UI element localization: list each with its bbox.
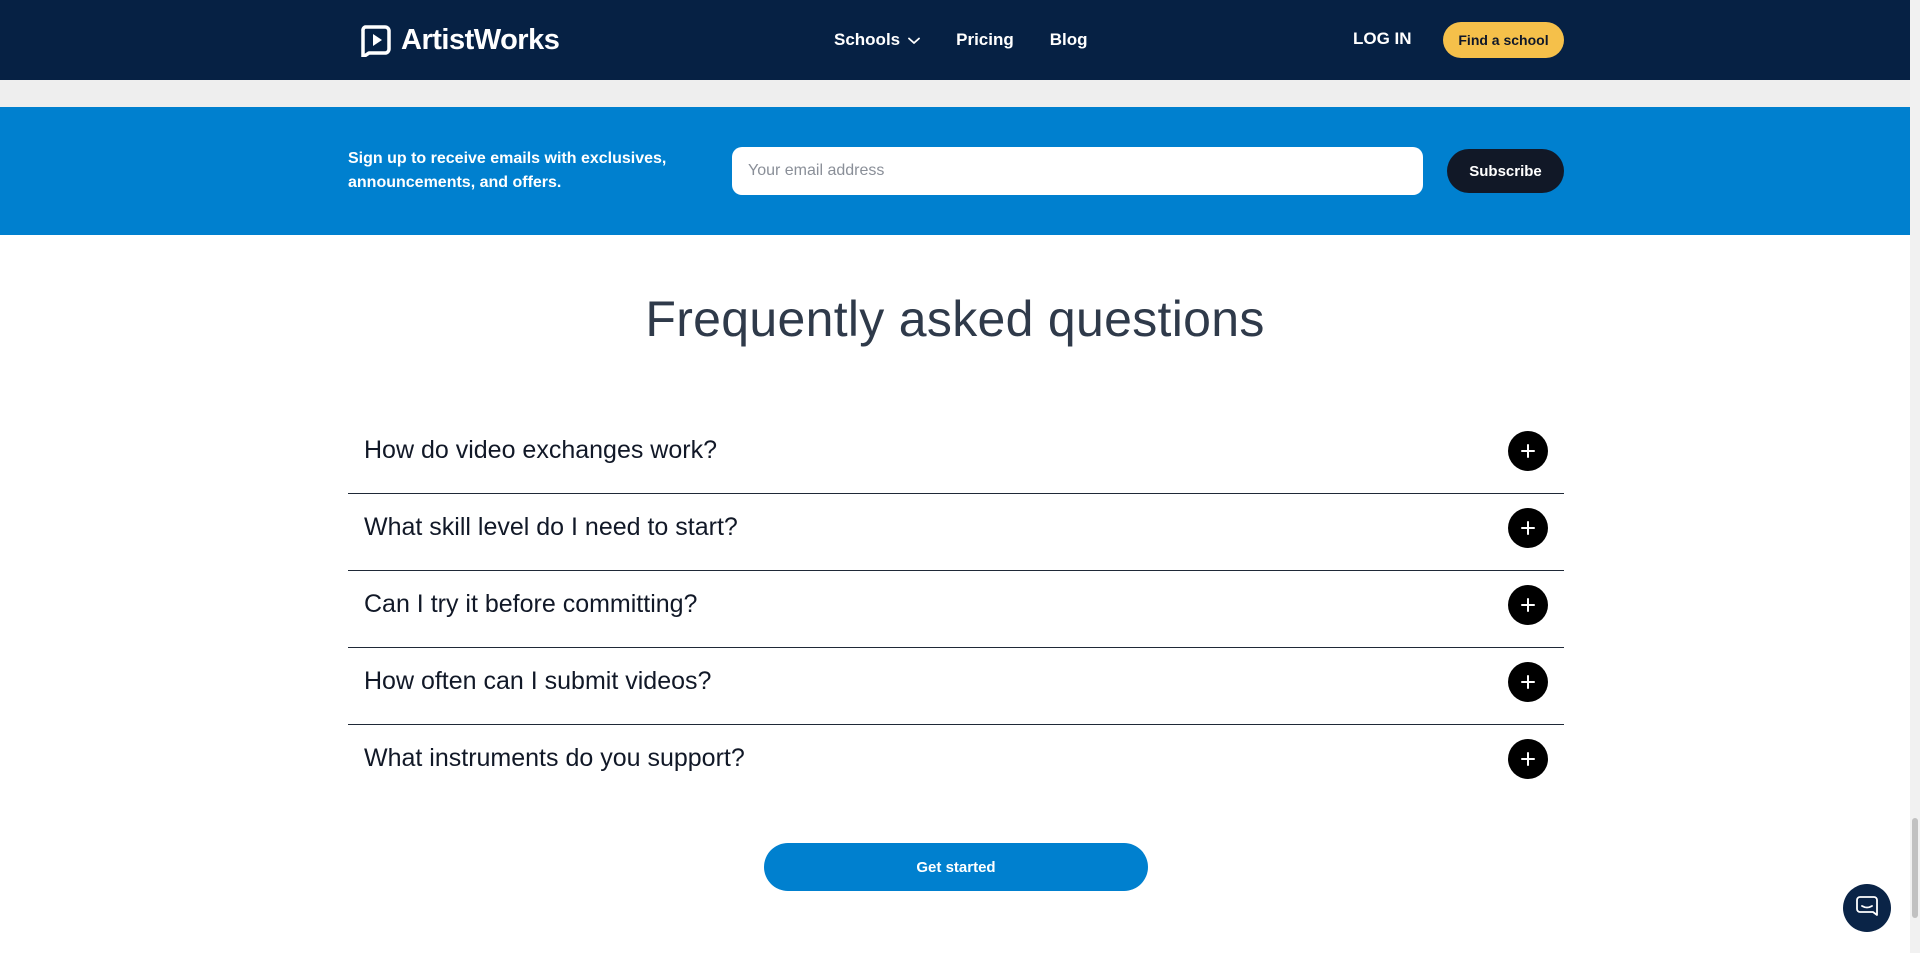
nav-item-blog[interactable]: Blog — [1050, 30, 1088, 50]
faq-question: How often can I submit videos? — [364, 667, 712, 695]
newsletter-text: Sign up to receive emails with exclusive… — [348, 150, 667, 191]
faq-item[interactable]: What instruments do you support? — [348, 725, 1564, 802]
faq-item[interactable]: What skill level do I need to start? — [348, 494, 1564, 571]
faq-item[interactable]: Can I try it before committing? — [348, 571, 1564, 648]
chevron-down-icon — [908, 30, 921, 50]
chat-bubble-icon — [1855, 894, 1879, 923]
site-header: ArtistWorks Schools Pricing Blog LOG IN … — [0, 0, 1910, 80]
email-input[interactable] — [732, 147, 1423, 195]
plus-icon[interactable] — [1508, 585, 1548, 625]
nav-item-schools[interactable]: Schools — [834, 30, 921, 50]
section-divider — [0, 80, 1910, 107]
plus-icon[interactable] — [1508, 739, 1548, 779]
nav-item-pricing[interactable]: Pricing — [956, 30, 1014, 50]
faq-title: Frequently asked questions — [645, 291, 1265, 347]
faq-question: How do video exchanges work? — [364, 436, 717, 464]
faq-item[interactable]: How do video exchanges work? — [348, 417, 1564, 494]
get-started-button[interactable]: Get started — [764, 843, 1148, 891]
find-school-button[interactable]: Find a school — [1443, 22, 1564, 58]
nav-item-label: Schools — [834, 30, 901, 49]
faq-question: What skill level do I need to start? — [364, 513, 738, 541]
logo-text: ArtistWorks — [401, 23, 560, 56]
subscribe-button[interactable]: Subscribe — [1447, 149, 1564, 193]
faq-question: What instruments do you support? — [364, 744, 745, 772]
plus-icon[interactable] — [1508, 508, 1548, 548]
play-logo-icon — [359, 23, 393, 57]
newsletter-signup: Sign up to receive emails with exclusive… — [0, 107, 1910, 235]
chat-launcher-button[interactable] — [1843, 884, 1891, 932]
page-scrollbar[interactable] — [1910, 0, 1920, 953]
login-link[interactable]: LOG IN — [1353, 29, 1412, 49]
faq-question: Can I try it before committing? — [364, 590, 698, 618]
main-nav: Schools Pricing Blog — [834, 26, 1088, 54]
logo-link[interactable]: ArtistWorks — [359, 20, 560, 60]
faq-list: How do video exchanges work? What skill … — [348, 417, 1564, 802]
plus-icon[interactable] — [1508, 431, 1548, 471]
scrollbar-thumb[interactable] — [1912, 818, 1918, 918]
faq-item[interactable]: How often can I submit videos? — [348, 648, 1564, 725]
plus-icon[interactable] — [1508, 662, 1548, 702]
